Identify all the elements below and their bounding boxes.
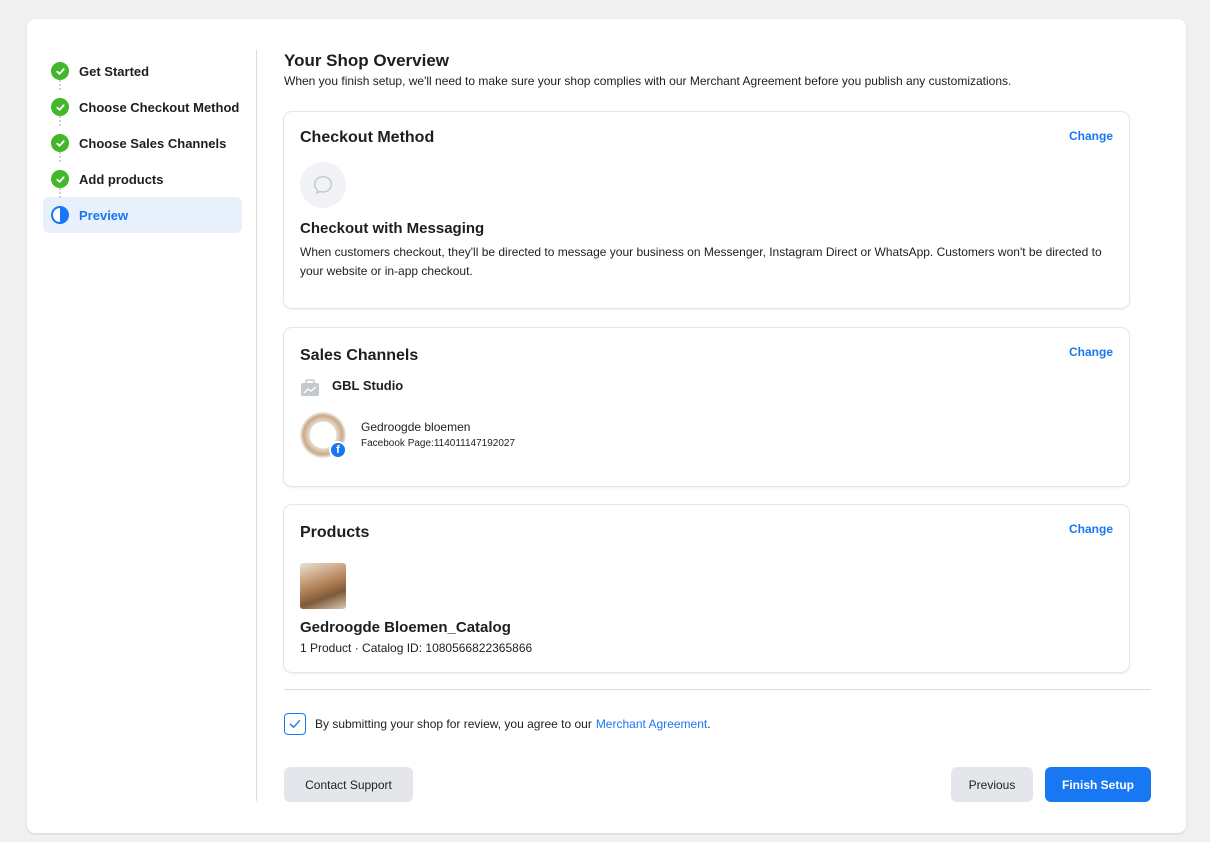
message-bubble-icon — [300, 162, 346, 208]
change-checkout-link[interactable]: Change — [1069, 129, 1113, 143]
merchant-agreement-link[interactable]: Merchant Agreement — [596, 717, 707, 731]
page-subtitle: When you finish setup, we'll need to mak… — [284, 74, 1012, 88]
step-choose-sales-channels[interactable]: Choose Sales Channels — [43, 125, 242, 161]
step-choose-checkout-method[interactable]: Choose Checkout Method — [43, 89, 242, 125]
checkout-method-description: When customers checkout, they'll be dire… — [300, 245, 1102, 278]
setup-steps-sidebar: Get Started Choose Checkout Method Choos… — [43, 53, 242, 233]
step-label: Add products — [79, 171, 164, 187]
step-get-started[interactable]: Get Started — [43, 53, 242, 89]
business-name: GBL Studio — [332, 378, 404, 393]
step-add-products[interactable]: Add products — [43, 161, 242, 197]
check-circle-icon — [51, 134, 69, 152]
checkout-method-name: Checkout with Messaging — [300, 220, 485, 237]
card-title: Checkout Method — [300, 129, 435, 146]
step-label: Get Started — [79, 63, 150, 79]
check-circle-icon — [51, 62, 69, 80]
step-connector — [59, 188, 61, 198]
facebook-page-name: Gedroogde bloemen — [361, 420, 471, 434]
catalog-meta: 1 Product · Catalog ID: 1080566822365866 — [300, 641, 533, 655]
setup-panel: Get Started Choose Checkout Method Choos… — [27, 19, 1186, 833]
contact-support-button[interactable]: Contact Support — [284, 767, 413, 802]
agreement-text: By submitting your shop for review, you … — [315, 717, 592, 731]
page-title: Your Shop Overview — [284, 51, 450, 70]
sales-channels-card: Sales Channels Change GBL Studio f Gedro… — [284, 328, 1129, 486]
card-title: Products — [300, 524, 370, 541]
check-circle-icon — [51, 98, 69, 116]
sidebar-divider — [256, 50, 257, 801]
previous-button[interactable]: Previous — [951, 767, 1033, 802]
step-label: Choose Checkout Method — [79, 99, 240, 115]
card-title: Sales Channels — [300, 347, 419, 364]
checkmark-icon — [289, 720, 301, 728]
finish-setup-button[interactable]: Finish Setup — [1045, 767, 1151, 802]
facebook-icon: f — [329, 441, 347, 459]
products-card: Products Change Gedroogde Bloemen_Catalo… — [284, 505, 1129, 672]
merchant-agreement-row: By submitting your shop for review, you … — [284, 713, 711, 735]
catalog-name: Gedroogde Bloemen_Catalog — [300, 619, 511, 636]
check-circle-icon — [51, 170, 69, 188]
step-label: Preview — [79, 207, 129, 223]
section-divider — [284, 689, 1151, 690]
step-connector — [59, 152, 61, 162]
step-connector — [59, 116, 61, 126]
step-connector — [59, 80, 61, 90]
step-label: Choose Sales Channels — [79, 135, 227, 151]
overview-header: Your Shop Overview When you finish setup… — [284, 51, 1154, 89]
change-sales-channels-link[interactable]: Change — [1069, 345, 1113, 359]
briefcase-icon — [301, 379, 319, 396]
facebook-page-id: Facebook Page:114011147192027 — [361, 438, 516, 449]
agreement-suffix: . — [707, 717, 711, 731]
checkout-method-card: Checkout Method Change Checkout with Mes… — [284, 112, 1129, 308]
step-preview[interactable]: Preview — [43, 197, 242, 233]
change-products-link[interactable]: Change — [1069, 522, 1113, 536]
half-circle-icon — [51, 206, 69, 224]
product-thumbnail — [300, 563, 346, 609]
agreement-checkbox[interactable] — [284, 713, 306, 735]
